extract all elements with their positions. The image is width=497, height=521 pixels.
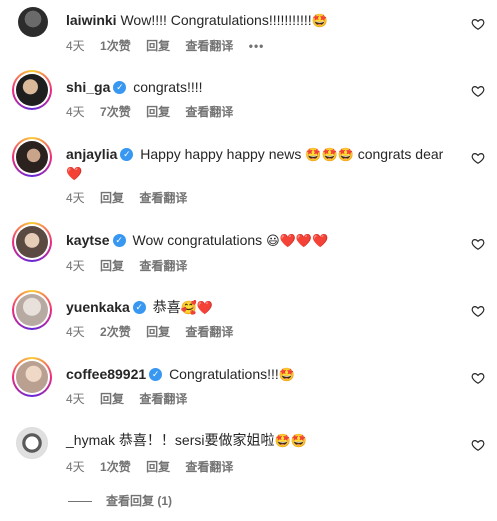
username[interactable]: yuenkaka bbox=[66, 299, 130, 315]
reply-button[interactable]: 回复 bbox=[146, 325, 170, 339]
likes-count[interactable]: 7次赞 bbox=[100, 105, 131, 119]
comment-emoji: 😃❤️❤️❤️ bbox=[266, 233, 329, 248]
comment-age: 4天 bbox=[66, 392, 85, 406]
comment-text: 恭喜 bbox=[152, 299, 181, 315]
translate-button[interactable]: 查看翻译 bbox=[139, 392, 187, 406]
like-heart-icon[interactable] bbox=[471, 84, 485, 98]
translate-button[interactable]: 查看翻译 bbox=[185, 39, 233, 53]
reply-button[interactable]: 回复 bbox=[146, 460, 170, 474]
verified-badge-icon: ✓ bbox=[149, 367, 163, 381]
comment-emoji: 🤩🤩🤩 bbox=[305, 147, 354, 162]
comment-text: congrats!!!! bbox=[133, 79, 203, 95]
avatar[interactable] bbox=[12, 137, 52, 177]
verified-badge-icon: ✓ bbox=[120, 147, 134, 161]
translate-button[interactable]: 查看翻译 bbox=[139, 191, 187, 205]
reply-button[interactable]: 回复 bbox=[146, 39, 170, 53]
like-heart-icon[interactable] bbox=[471, 438, 485, 452]
comment-emoji: 🤩 bbox=[311, 13, 328, 28]
comment-age: 4天 bbox=[66, 325, 85, 339]
reply-button[interactable]: 回复 bbox=[100, 259, 124, 273]
comment-emoji: 🤩🤩 bbox=[274, 433, 307, 448]
comment-text: Wow!!!! Congratulations!!!!!!!!!!! bbox=[120, 12, 312, 28]
avatar[interactable] bbox=[12, 357, 52, 397]
avatar[interactable] bbox=[16, 427, 48, 459]
username[interactable]: shi_ga bbox=[66, 79, 110, 95]
reply-button[interactable]: 回复 bbox=[146, 105, 170, 119]
avatar[interactable] bbox=[12, 222, 52, 262]
comment-text: Congratulations!!! bbox=[169, 366, 279, 382]
comment-emoji-continued: ❤️ bbox=[66, 166, 83, 181]
like-heart-icon[interactable] bbox=[471, 371, 485, 385]
reply-button[interactable]: 回复 bbox=[100, 191, 124, 205]
translate-button[interactable]: 查看翻译 bbox=[185, 460, 233, 474]
view-replies-label[interactable]: 查看回复 (1) bbox=[106, 494, 172, 508]
translate-button[interactable]: 查看翻译 bbox=[139, 259, 187, 273]
username[interactable]: anjaylia bbox=[66, 146, 117, 162]
username[interactable]: _hymak bbox=[66, 432, 115, 448]
comment-text: Wow congratulations bbox=[132, 232, 263, 248]
replies-divider bbox=[68, 501, 92, 503]
likes-count[interactable]: 1次赞 bbox=[100, 460, 131, 474]
verified-badge-icon: ✓ bbox=[113, 80, 127, 94]
comment-text: 恭喜！！sersi要做家姐啦 bbox=[118, 432, 275, 448]
more-options-icon[interactable]: ••• bbox=[249, 39, 265, 53]
avatar[interactable] bbox=[12, 290, 52, 330]
comment-emoji: 🤩 bbox=[278, 367, 295, 382]
likes-count[interactable]: 1次赞 bbox=[100, 39, 131, 53]
translate-button[interactable]: 查看翻译 bbox=[185, 325, 233, 339]
comment-age: 4天 bbox=[66, 460, 85, 474]
avatar[interactable] bbox=[12, 70, 52, 110]
verified-badge-icon: ✓ bbox=[112, 233, 126, 247]
comment-text: Happy happy happy news bbox=[140, 146, 302, 162]
comment-age: 4天 bbox=[66, 259, 85, 273]
like-heart-icon[interactable] bbox=[471, 304, 485, 318]
likes-count[interactable]: 2次赞 bbox=[100, 325, 131, 339]
view-replies-button[interactable]: 查看回复 (1) bbox=[68, 492, 172, 509]
comment-age: 4天 bbox=[66, 105, 85, 119]
reply-button[interactable]: 回复 bbox=[100, 392, 124, 406]
like-heart-icon[interactable] bbox=[471, 151, 485, 165]
verified-badge-icon: ✓ bbox=[132, 300, 146, 314]
comment-age: 4天 bbox=[66, 39, 85, 53]
translate-button[interactable]: 查看翻译 bbox=[185, 105, 233, 119]
comment-text-continued: congrats dear bbox=[357, 146, 444, 162]
comment-emoji: 🥰❤️ bbox=[180, 300, 214, 315]
avatar[interactable] bbox=[18, 7, 48, 37]
comment-age: 4天 bbox=[66, 191, 85, 205]
like-heart-icon[interactable] bbox=[471, 17, 485, 31]
username[interactable]: kaytse bbox=[66, 232, 110, 248]
like-heart-icon[interactable] bbox=[471, 237, 485, 251]
username[interactable]: coffee89921 bbox=[66, 366, 146, 382]
username[interactable]: laiwinki bbox=[66, 12, 117, 28]
